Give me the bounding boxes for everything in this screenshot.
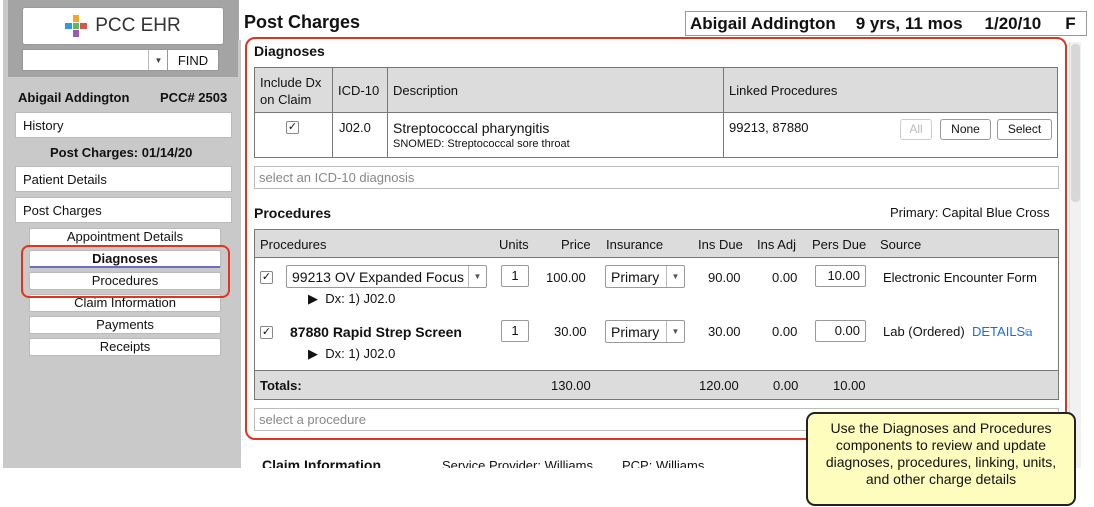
- app-logo-text: PCC EHR: [95, 15, 181, 36]
- patient-banner: Abigail Addington 9 yrs, 11 mos 1/20/10 …: [685, 11, 1087, 36]
- banner-dob: 1/20/10: [984, 13, 1042, 33]
- sidebar-item-patient-details[interactable]: Patient Details: [15, 166, 232, 192]
- sidebar-subitem-receipts[interactable]: Receipts: [29, 338, 221, 356]
- sidebar-item-post-charges[interactable]: Post Charges: [15, 197, 232, 223]
- page-title: Post Charges: [244, 12, 361, 32]
- sidebar-post-charges-heading: Post Charges: 01/14/20: [50, 145, 193, 160]
- sidebar-patient-name: Abigail Addington: [18, 90, 130, 105]
- sidebar-subitem-payments[interactable]: Payments: [29, 316, 221, 334]
- main-highlight-box: [245, 37, 1067, 440]
- sidebar-highlight-box: [21, 245, 230, 298]
- find-button[interactable]: FIND: [167, 49, 219, 71]
- sidebar-subitem-appointment-details[interactable]: Appointment Details: [29, 228, 221, 246]
- sidebar-pcc-number: PCC# 2503: [160, 90, 228, 105]
- banner-age: 9 yrs, 11 mos: [855, 13, 963, 33]
- scrollbar-thumb[interactable]: [1071, 44, 1080, 202]
- divider: [238, 40, 241, 468]
- sidebar-item-history[interactable]: History: [15, 112, 232, 138]
- banner-patient-name: Abigail Addington: [690, 13, 836, 33]
- pcc-logo-icon: [65, 15, 88, 37]
- patient-search-select[interactable]: ▼: [22, 49, 169, 71]
- chevron-down-icon[interactable]: ▼: [148, 50, 168, 70]
- app-logo-button[interactable]: PCC EHR: [22, 7, 224, 45]
- main-scrollbar[interactable]: [1069, 42, 1081, 468]
- help-callout: Use the Diagnoses and Procedures compone…: [806, 412, 1076, 506]
- banner-sex: F: [1065, 13, 1076, 33]
